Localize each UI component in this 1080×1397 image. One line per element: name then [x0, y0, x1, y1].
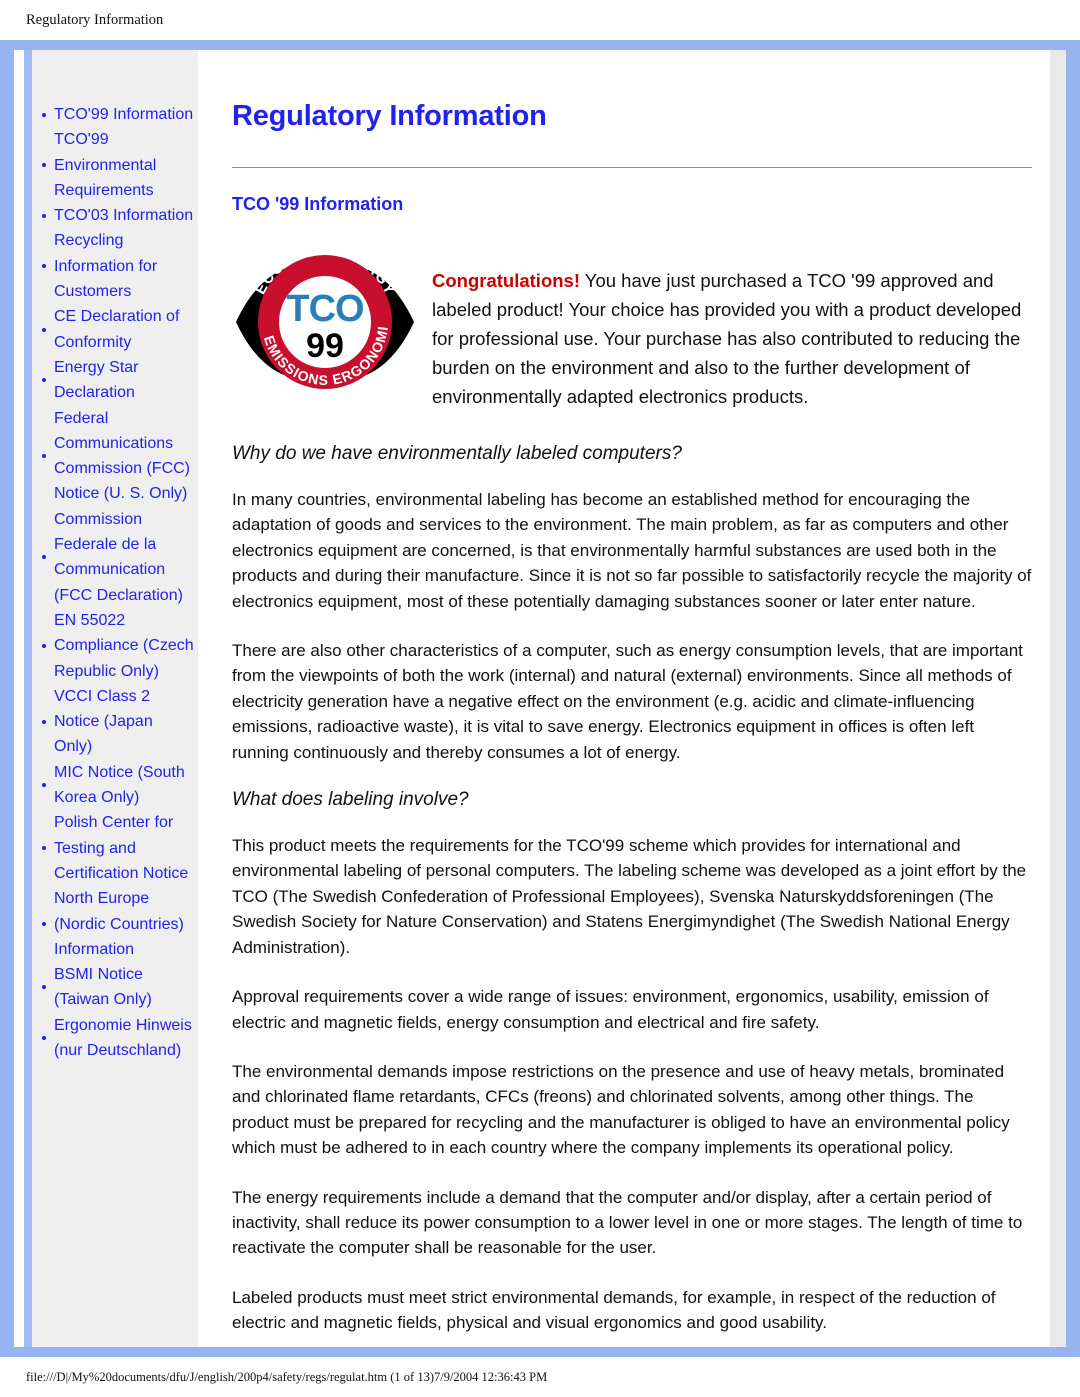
bullet-icon [42, 454, 46, 459]
sidebar-item-label: TCO'99 Environmental Requirements [54, 131, 157, 199]
sidebar-item-north-europe-information[interactable]: North Europe (Nordic Countries) Informat… [36, 886, 194, 962]
svg-text:TCO: TCO [286, 288, 363, 330]
sidebar-item-label: Polish Center for Testing and Certificat… [54, 814, 189, 882]
bullet-icon [42, 922, 46, 927]
sidebar-nav: TCO'99 Information TCO'99 Environmental … [32, 50, 198, 1347]
sidebar-item-tco99-environmental-requirements[interactable]: TCO'99 Environmental Requirements [36, 127, 194, 203]
running-header-title: Regulatory Information [26, 11, 164, 28]
svg-text:99: 99 [306, 327, 344, 365]
bullet-icon [42, 213, 46, 218]
sidebar-item-label: Energy Star Declaration [54, 358, 139, 402]
left-blue-rail [24, 50, 32, 1347]
paragraph-4: Approval requirements cover a wide range… [232, 987, 989, 1032]
sidebar-item-vcci-class-2-notice[interactable]: VCCI Class 2 Notice (Japan Only) [36, 684, 194, 760]
sidebar-item-label: Commission Federale de la Communication … [54, 510, 183, 604]
bullet-icon [42, 719, 46, 724]
bullet-icon [42, 112, 46, 117]
tco-logo-cell: ECOLOGY ENERGY EMISSIONS ERGONOMICS TCO … [232, 245, 432, 395]
sidebar-item-label: Recycling Information for Customers [54, 232, 158, 301]
subheading-what-labeling: What does labeling involve? [232, 789, 469, 811]
congratulations-lead: Congratulations! [432, 269, 580, 291]
sidebar-list: TCO'99 Information TCO'99 Environmental … [36, 102, 194, 1063]
sidebar-item-mic-notice[interactable]: MIC Notice (South Korea Only) [36, 760, 194, 811]
congratulations-block: ECOLOGY ENERGY EMISSIONS ERGONOMICS TCO … [232, 245, 1032, 429]
sidebar-item-label: EN 55022 Compliance (Czech Republic Only… [54, 611, 194, 680]
bullet-icon [42, 643, 46, 648]
page-frame: TCO'99 Information TCO'99 Environmental … [0, 40, 1080, 1357]
bullet-icon [42, 783, 46, 788]
sidebar-item-label: VCCI Class 2 Notice (Japan Only) [54, 687, 153, 756]
bullet-icon [42, 1035, 46, 1040]
sidebar-item-recycling-information[interactable]: Recycling Information for Customers [36, 228, 194, 304]
sidebar-item-en55022-compliance[interactable]: EN 55022 Compliance (Czech Republic Only… [36, 608, 194, 684]
sidebar-item-tco03-information[interactable]: TCO'03 Information [36, 203, 194, 228]
sidebar-item-label: CE Declaration of Conformity [54, 308, 180, 351]
bullet-icon [42, 846, 46, 851]
paragraph-6: The energy requirements include a demand… [232, 1187, 1023, 1258]
running-header: Regulatory Information [0, 0, 1080, 40]
tco-99-seal-icon: ECOLOGY ENERGY EMISSIONS ERGONOMICS TCO … [232, 249, 418, 395]
section-title: TCO '99 Information [232, 194, 404, 214]
congratulations-paragraph: Congratulations! You have just purchased… [432, 264, 1032, 411]
paragraph-5: The environmental demands impose restric… [232, 1061, 1010, 1158]
paragraph-3: This product meets the requirements for … [232, 836, 1027, 957]
sidebar-item-label: TCO'99 Information [54, 106, 194, 123]
bullet-icon [42, 378, 46, 383]
main-content: Regulatory Information TCO '99 Informati… [198, 50, 1066, 1347]
sidebar-item-commission-federale[interactable]: Commission Federale de la Communication … [36, 507, 194, 608]
sidebar-item-label: North Europe (Nordic Countries) Informat… [54, 890, 184, 958]
paragraph-2: There are also other characteristics of … [232, 641, 1023, 762]
sidebar-item-fcc-notice[interactable]: Federal Communications Commission (FCC) … [36, 406, 194, 507]
footer-path-text: file:///D|/My%20documents/dfu/J/english/… [26, 1369, 548, 1384]
sidebar-item-energy-star-declaration[interactable]: Energy Star Declaration [36, 355, 194, 406]
paragraph-7: Labeled products must meet strict enviro… [232, 1287, 996, 1333]
sidebar-item-label: TCO'03 Information [54, 207, 194, 225]
bullet-icon [42, 163, 46, 168]
bullet-icon [42, 985, 46, 990]
sidebar-item-ce-declaration[interactable]: CE Declaration of Conformity [36, 304, 194, 355]
sidebar-item-ergonomie-hinweis[interactable]: Ergonomie Hinweis (nur Deutschland) [36, 1013, 194, 1064]
page-frame-inner: TCO'99 Information TCO'99 Environmental … [14, 50, 1066, 1347]
right-gray-rail [1050, 50, 1066, 1347]
sidebar-item-label: Ergonomie Hinweis (nur Deutschland) [54, 1016, 192, 1059]
bullet-icon [42, 264, 46, 269]
title-divider [232, 167, 1032, 168]
sidebar-item-tco99-information[interactable]: TCO'99 Information [36, 102, 194, 127]
sidebar-item-bsmi-notice[interactable]: BSMI Notice (Taiwan Only) [36, 962, 194, 1013]
paragraph-1: In many countries, environmental labelin… [232, 490, 1032, 611]
subheading-why-labeled: Why do we have environmentally labeled c… [232, 443, 682, 464]
sidebar-item-polish-center-notice[interactable]: Polish Center for Testing and Certificat… [36, 810, 194, 886]
bullet-icon [42, 327, 46, 332]
bullet-icon [42, 555, 46, 560]
page-title: Regulatory Information [232, 100, 547, 132]
page-footer: file:///D|/My%20documents/dfu/J/english/… [0, 1357, 1080, 1397]
sidebar-item-label: Federal Communications Commission (FCC) … [54, 409, 190, 503]
sidebar-item-label: MIC Notice (South Korea Only) [54, 763, 185, 807]
sidebar-item-label: BSMI Notice (Taiwan Only) [54, 966, 152, 1009]
